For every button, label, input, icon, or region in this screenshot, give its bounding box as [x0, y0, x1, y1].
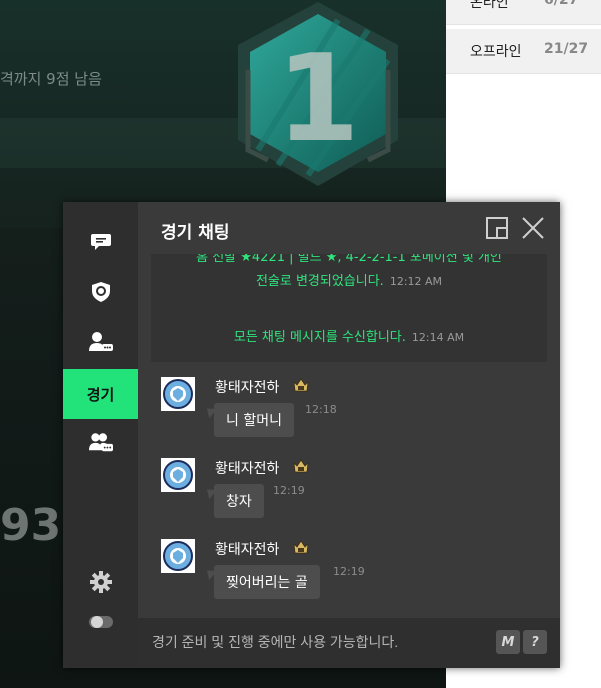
help-button[interactable]: ?: [523, 630, 547, 654]
system-message-block: 홈 선발 ★4221 | 빌드 ★, 4-2-2-1-1 포메이션 및 개인 전…: [151, 254, 547, 362]
message-username: 황태자전하: [215, 380, 280, 396]
list-item-offline[interactable]: 오프라인 21/27: [446, 29, 601, 74]
system-message: 모든 채팅 메시지를 수신합니다. 12:14 AM: [233, 330, 465, 345]
gear-icon[interactable]: [89, 570, 113, 594]
message-username: 황태자전하: [215, 542, 280, 558]
avatar[interactable]: [161, 377, 195, 411]
list-item-label: 오프라인: [470, 44, 522, 60]
message-bubble: 창자: [214, 484, 264, 518]
close-button[interactable]: [519, 214, 547, 242]
close-icon: [522, 217, 544, 239]
promotion-text: 격까지 9점 남음: [0, 70, 102, 88]
user-chat-icon[interactable]: [89, 330, 113, 354]
avatar[interactable]: [161, 458, 195, 492]
message-bubble: 찢어버리는 골: [214, 565, 320, 599]
club-shield-icon[interactable]: [89, 280, 113, 304]
list-item-count: 6/27: [544, 0, 579, 8]
chat-bubble-icon[interactable]: [89, 230, 113, 254]
message-time: 12:18: [305, 403, 337, 416]
chat-sidebar: 경기: [63, 202, 138, 668]
tab-match[interactable]: 경기: [63, 369, 138, 419]
popout-button[interactable]: [483, 214, 511, 242]
chat-message-area[interactable]: 홈 선발 ★4221 | 빌드 ★, 4-2-2-1-1 포메이션 및 개인 전…: [138, 254, 560, 618]
message-time: 12:12 AM: [389, 275, 443, 288]
club-crest-icon: [163, 541, 193, 571]
chat-title: 경기 채팅: [161, 223, 230, 243]
crown-icon: [293, 538, 309, 560]
rank-emblem-icon: 1: [228, 0, 408, 190]
message-username: 황태자전하: [215, 461, 280, 477]
macro-button[interactable]: M: [496, 630, 520, 654]
chat-message: 황태자전하 니 할머니 12:18: [161, 377, 541, 457]
chat-message: 황태자전하 찢어버리는 골 12:19: [161, 539, 541, 618]
club-crest-icon: [163, 379, 193, 409]
message-time: 12:14 AM: [411, 331, 465, 344]
chat-input[interactable]: [150, 633, 494, 651]
chat-panel: 경기 경기 채팅 홈 선발 ★4221 | 빌드 ★, 4-2-2-1-1 포메…: [63, 202, 560, 668]
chat-footer: M ?: [138, 618, 560, 668]
score-number: 93: [0, 500, 62, 551]
club-crest-icon: [163, 460, 193, 490]
list-item-count: 21/27: [544, 41, 589, 57]
list-item-label: 온라인: [470, 0, 509, 11]
crown-icon: [293, 376, 309, 398]
system-message: 홈 선발 ★4221 | 빌드 ★, 4-2-2-1-1 포메이션 및 개인: [196, 254, 502, 265]
popout-icon: [486, 217, 508, 239]
toggle-icon[interactable]: [89, 610, 113, 634]
chat-message: 황태자전하 창자 12:19: [161, 458, 541, 538]
avatar[interactable]: [161, 539, 195, 573]
list-item-online[interactable]: 온라인 6/27: [446, 0, 601, 25]
svg-text:1: 1: [276, 30, 360, 169]
message-bubble: 니 할머니: [214, 403, 294, 437]
group-chat-icon[interactable]: [89, 430, 113, 454]
message-time: 12:19: [333, 565, 365, 578]
crown-icon: [293, 457, 309, 479]
system-message: 전술로 변경되었습니다. 12:12 AM: [255, 274, 443, 289]
message-time: 12:19: [273, 484, 305, 497]
